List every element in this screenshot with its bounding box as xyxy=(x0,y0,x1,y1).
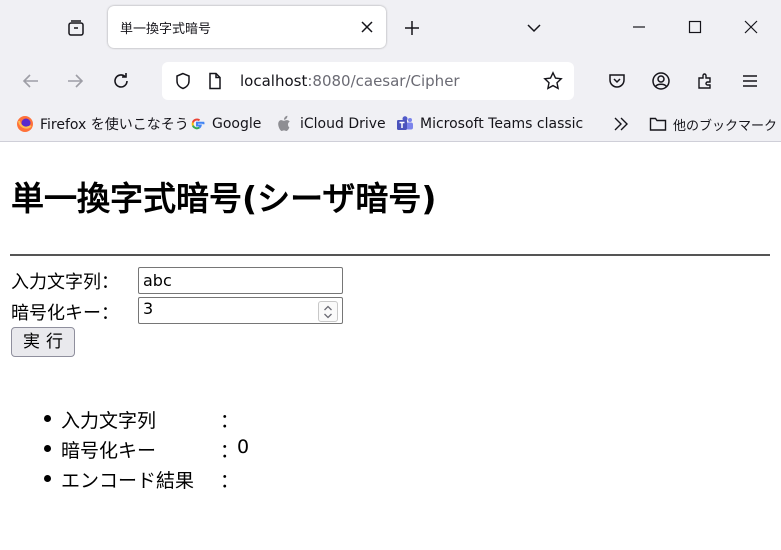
page-title: 単一換字式暗号(シーザ暗号) xyxy=(11,179,437,218)
star-icon[interactable] xyxy=(540,68,566,94)
stepper-arrows-icon xyxy=(324,305,332,318)
bookmark-firefox[interactable]: Firefox を使いこなそう xyxy=(16,114,189,134)
bookmark-label: Google xyxy=(212,116,262,132)
browser-chrome: 単一換字式暗号 localhost:8080/caesar/Cipher Fir… xyxy=(0,0,781,142)
account-icon[interactable] xyxy=(648,68,674,94)
result-label: エンコード結果 xyxy=(61,470,195,492)
key-value: 3 xyxy=(143,299,154,318)
bookmarks-toolbar: Firefox を使いこなそう Google iCloud Drive Micr… xyxy=(0,106,781,140)
other-bookmarks-label: 他のブックマーク xyxy=(673,118,778,134)
apple-icon xyxy=(276,115,294,133)
pocket-icon[interactable] xyxy=(604,68,630,94)
result-value: 0 xyxy=(237,436,250,458)
extensions-icon[interactable] xyxy=(692,68,718,94)
result-label: 暗号化キー xyxy=(61,440,157,462)
run-button[interactable]: 実行 xyxy=(11,327,75,357)
url-bar[interactable]: localhost:8080/caesar/Cipher xyxy=(162,62,574,100)
menu-icon[interactable] xyxy=(737,68,763,94)
other-bookmarks[interactable]: 他のブックマーク xyxy=(649,114,777,134)
firefox-icon xyxy=(16,115,34,133)
page-content: 単一換字式暗号(シーザ暗号) 入力文字列： 暗号化キー： 3 実行 入力文字列 … xyxy=(0,142,781,550)
input-label: 入力文字列： xyxy=(11,272,119,293)
bookmark-label: iCloud Drive xyxy=(300,116,386,132)
tab-groups-icon[interactable] xyxy=(62,14,90,42)
forward-arrow-icon[interactable] xyxy=(62,68,88,94)
chevron-double-right-icon[interactable] xyxy=(612,114,630,134)
back-arrow-icon[interactable] xyxy=(18,68,44,94)
result-colon: ： xyxy=(220,410,240,432)
bookmark-teams[interactable]: Microsoft Teams classic xyxy=(396,114,583,134)
divider xyxy=(10,254,770,256)
url-path: :8080/caesar/Cipher xyxy=(307,72,460,90)
window-close-icon[interactable] xyxy=(736,12,766,42)
bullet xyxy=(44,475,51,482)
tab-active[interactable]: 単一換字式暗号 xyxy=(108,6,386,48)
close-icon[interactable] xyxy=(358,18,376,36)
bullet xyxy=(44,415,51,422)
input-text-field[interactable] xyxy=(138,267,343,294)
tab-title: 単一換字式暗号 xyxy=(120,22,212,37)
key-label: 暗号化キー： xyxy=(11,303,119,324)
number-stepper[interactable] xyxy=(318,301,338,322)
tab-strip: 単一換字式暗号 xyxy=(0,0,781,56)
bookmark-label: Firefox を使いこなそう xyxy=(40,117,189,133)
new-tab-button[interactable] xyxy=(400,16,424,40)
bookmark-icloud[interactable]: iCloud Drive xyxy=(276,114,386,134)
shield-icon[interactable] xyxy=(170,68,196,94)
maximize-icon[interactable] xyxy=(680,12,710,42)
navigation-bar: localhost:8080/caesar/Cipher xyxy=(0,56,781,106)
teams-icon xyxy=(396,115,414,133)
url-host: localhost xyxy=(240,72,308,90)
result-colon: ： xyxy=(220,470,240,492)
google-icon xyxy=(188,115,206,133)
bullet xyxy=(44,445,51,452)
minimize-icon[interactable] xyxy=(624,12,654,42)
key-number-field[interactable]: 3 xyxy=(138,297,343,324)
result-label: 入力文字列 xyxy=(61,410,157,432)
page-icon[interactable] xyxy=(202,68,228,94)
bookmark-label: Microsoft Teams classic xyxy=(420,116,584,132)
chevron-down-icon[interactable] xyxy=(522,16,546,40)
url-text[interactable]: localhost:8080/caesar/Cipher xyxy=(240,72,460,90)
bookmark-google[interactable]: Google xyxy=(188,114,261,134)
folder-icon xyxy=(649,115,667,133)
reload-icon[interactable] xyxy=(108,68,134,94)
